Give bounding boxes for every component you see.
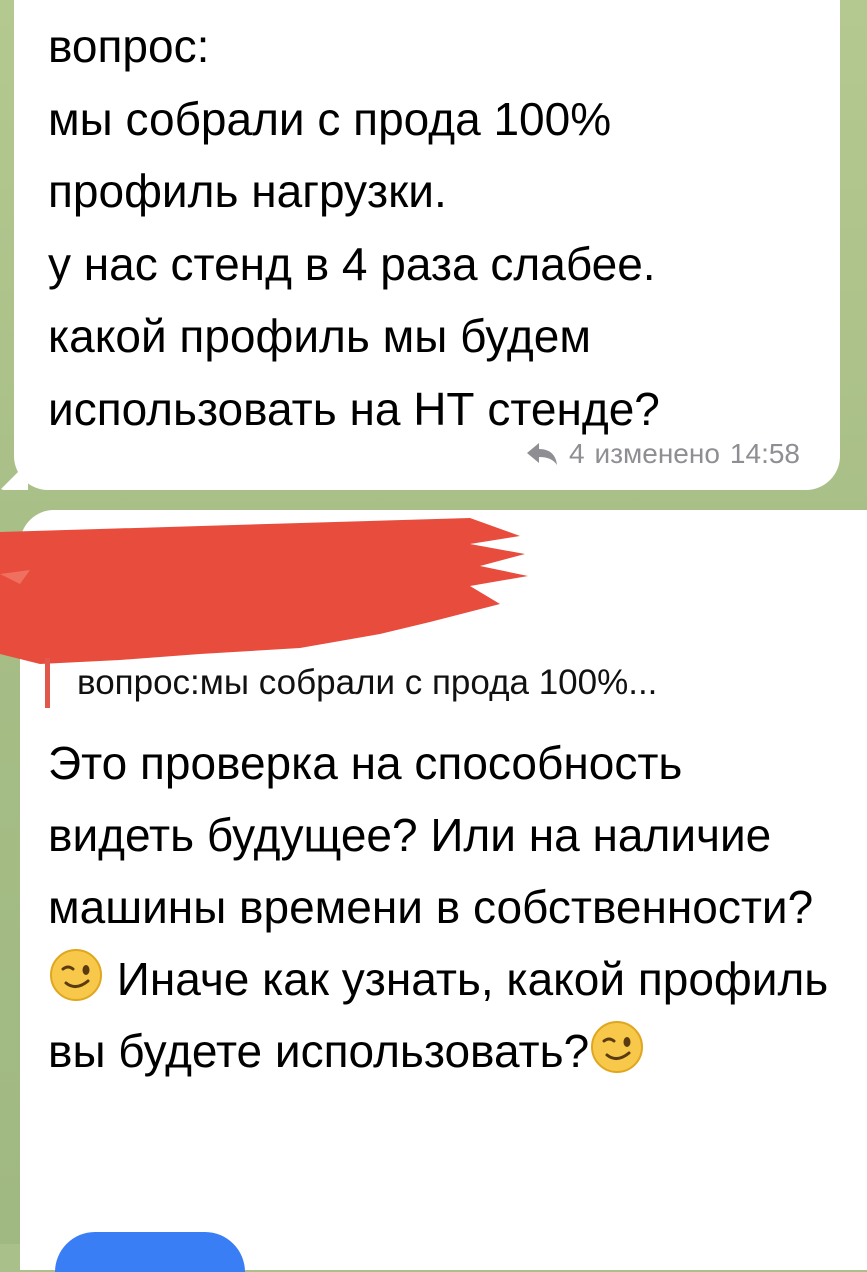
reply-arrow-icon[interactable] bbox=[525, 441, 559, 467]
edited-label: изменено bbox=[594, 438, 720, 469]
message-time: 14:58 bbox=[729, 438, 800, 469]
message-text: вопрос: мы собрали с прода 100% профиль … bbox=[48, 20, 660, 435]
reply-quote[interactable]: вопрос:мы собрали с прода 100%... bbox=[45, 658, 657, 708]
wink-emoji-icon bbox=[591, 1021, 644, 1073]
reply-count[interactable]: 4 bbox=[569, 438, 585, 470]
reply-text-part1: Это проверка на способность видеть будущ… bbox=[48, 737, 814, 933]
reaction-button-partial[interactable] bbox=[55, 1232, 245, 1272]
message-meta: 4 изменено 14:58 bbox=[525, 438, 800, 470]
reply-message-text: Это проверка на способность видеть будущ… bbox=[48, 727, 838, 1087]
message-bubble-incoming[interactable]: вопрос: мы собрали с прода 100% профиль … bbox=[0, 0, 840, 490]
redaction-scribble bbox=[0, 518, 528, 664]
wink-emoji-icon bbox=[50, 949, 102, 1001]
reply-text-part2: Иначе как узнать, какой профиль вы будет… bbox=[48, 953, 829, 1077]
